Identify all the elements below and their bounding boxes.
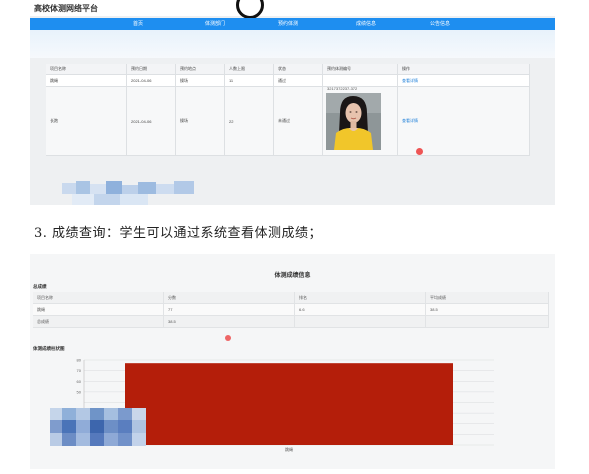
y-tick-label: 80 bbox=[77, 358, 82, 363]
cell-status: 未通过 bbox=[273, 86, 323, 156]
cell-action: 查看详情 bbox=[397, 86, 530, 156]
scores-screenshot: 体测成绩信息 总成绩 项目名称 分数 排名 平均成绩 跳绳 77 6.6 38.… bbox=[30, 254, 555, 469]
cell-name: 跳绳 bbox=[46, 74, 127, 87]
cell-date: 2021-04-06 bbox=[126, 86, 176, 156]
cell-place: 操场 bbox=[175, 74, 225, 87]
student-photo bbox=[326, 93, 381, 150]
cell-code bbox=[322, 74, 398, 87]
bar[interactable] bbox=[125, 363, 453, 445]
blurred-watermark bbox=[62, 181, 194, 205]
col-header: 项目名称 bbox=[46, 64, 127, 75]
y-tick-label: 50 bbox=[77, 389, 82, 394]
cell-status: 通过 bbox=[273, 74, 323, 87]
nav-bar: 首页 体测部门 预约体测 成绩信息 公告信息 bbox=[30, 18, 555, 30]
nav-item-booking[interactable]: 预约体测 bbox=[278, 20, 298, 27]
table-header-row: 项目名称 预约日期 预约地点 人数上限 状态 预约体测编号 操作 bbox=[46, 64, 530, 75]
col-header: 状态 bbox=[273, 64, 323, 75]
col-header: 预约日期 bbox=[126, 64, 176, 75]
cell-action: 查看详情 bbox=[397, 74, 530, 87]
site-header: 高校体测网络平台 bbox=[30, 0, 555, 19]
cell-limit: 11 bbox=[224, 74, 274, 87]
table-row: 跳绳 2021-04-06 操场 11 通过 查看详情 bbox=[46, 74, 530, 87]
y-tick-label: 60 bbox=[77, 379, 82, 384]
booking-table: 项目名称 预约日期 预约地点 人数上限 状态 预约体测编号 操作 跳绳 2021… bbox=[46, 64, 530, 156]
table-row: 长跑 2021-04-06 操场 22 未通过 3217372237-372 查… bbox=[46, 86, 530, 156]
cell-name: 长跑 bbox=[46, 86, 127, 156]
view-details-link[interactable]: 查看详情 bbox=[402, 118, 418, 123]
blurred-watermark bbox=[50, 408, 146, 446]
view-details-link[interactable]: 查看详情 bbox=[402, 78, 418, 83]
nav-item-notices[interactable]: 公告信息 bbox=[430, 20, 450, 27]
x-tick-label: 跳绳 bbox=[285, 446, 293, 452]
section-caption: 3. 成绩查询：学生可以通过系统查看体测成绩； bbox=[34, 226, 323, 241]
logo-icon bbox=[236, 0, 264, 19]
col-header: 操作 bbox=[397, 64, 530, 75]
y-tick-label: 70 bbox=[77, 368, 82, 373]
nav-item-departments[interactable]: 体测部门 bbox=[205, 20, 225, 27]
cell-photo: 3217372237-372 bbox=[322, 86, 398, 156]
col-header: 人数上限 bbox=[224, 64, 274, 75]
cell-limit: 22 bbox=[224, 86, 274, 156]
admin-screenshot: 高校体测网络平台 首页 体测部门 预约体测 成绩信息 公告信息 项目名称 预约日… bbox=[30, 0, 555, 205]
col-header: 预约体测编号 bbox=[322, 64, 398, 75]
col-header: 预约地点 bbox=[175, 64, 225, 75]
site-title: 高校体测网络平台 bbox=[34, 4, 98, 13]
photo-label: 3217372237-372 bbox=[327, 86, 358, 91]
cursor-icon bbox=[416, 148, 423, 155]
nav-item-scores[interactable]: 成绩信息 bbox=[356, 20, 376, 27]
cell-date: 2021-04-06 bbox=[126, 74, 176, 87]
banner bbox=[30, 30, 555, 58]
nav-item-home[interactable]: 首页 bbox=[133, 20, 143, 27]
cell-place: 操场 bbox=[175, 86, 225, 156]
